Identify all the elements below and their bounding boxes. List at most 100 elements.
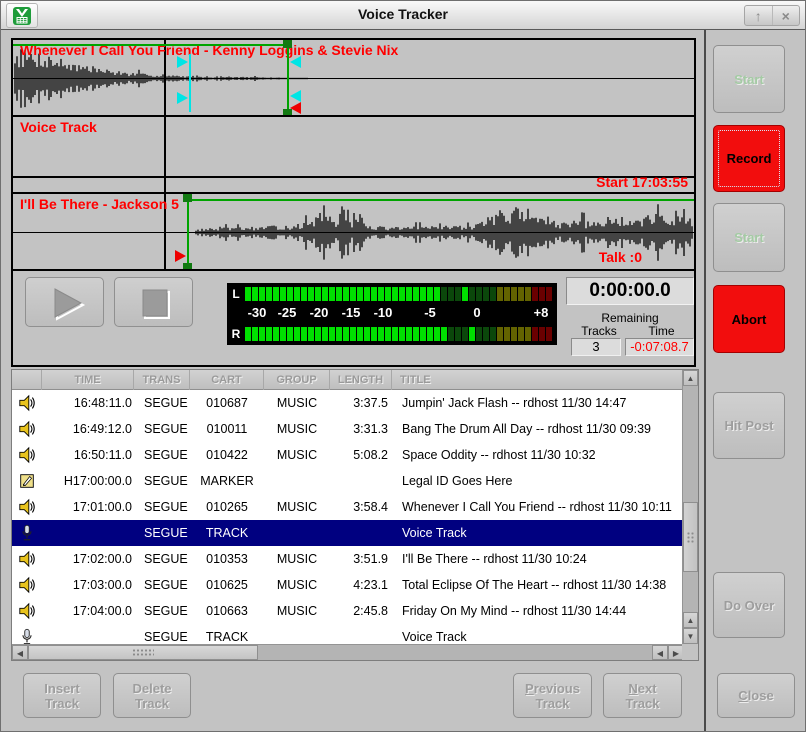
fade-marker-arrow-icon[interactable] [177, 92, 188, 104]
start-marker-line[interactable] [187, 196, 189, 269]
fade-marker-arrow-icon[interactable] [290, 90, 301, 102]
horizontal-scroll-thumb[interactable] [28, 645, 258, 660]
next-track-button[interactable]: Next Track [603, 673, 682, 718]
log-row[interactable]: H17:00:00.0 SEGUE MARKER Legal ID Goes H… [12, 468, 684, 494]
vu-segment [301, 287, 307, 301]
log-row[interactable]: 16:50:11.0 SEGUE 010422 MUSIC 5:08.2 Spa… [12, 442, 684, 468]
row-time: 17:02:00.0 [42, 546, 134, 572]
vu-scale-tick: -15 [336, 305, 366, 320]
vu-segment [301, 327, 307, 341]
row-title: Total Eclipse Of The Heart -- rdhost 11/… [392, 572, 684, 598]
vu-segment [273, 287, 279, 301]
do-over-button[interactable]: Do Over [713, 572, 785, 638]
horizontal-scrollbar[interactable]: ◀ ◀ ▶ [12, 644, 684, 660]
insert-track-button[interactable]: Insert Track [23, 673, 101, 718]
log-row[interactable]: 16:48:11.0 SEGUE 010687 MUSIC 3:37.5 Jum… [12, 390, 684, 416]
row-length: 3:37.5 [330, 390, 392, 416]
hit-post-button[interactable]: Hit Post [713, 392, 785, 459]
scroll-up-icon[interactable]: ▲ [683, 612, 698, 628]
row-trans: SEGUE [134, 494, 190, 520]
start-next-button[interactable]: Start [713, 203, 785, 272]
marker-handle-icon[interactable] [183, 263, 192, 271]
speaker-icon [12, 416, 42, 442]
tracks-remaining-label: Tracks [569, 324, 629, 338]
vertical-scrollbar[interactable]: ▲ ▲ ▼ [682, 370, 698, 644]
log-row[interactable]: 17:02:00.0 SEGUE 010353 MUSIC 3:51.9 I'l… [12, 546, 684, 572]
row-title: Jumpin' Jack Flash -- rdhost 11/30 14:47 [392, 390, 684, 416]
play-button[interactable] [25, 277, 104, 327]
close-window-button[interactable]: × [772, 6, 800, 25]
vu-segment [504, 287, 510, 301]
speaker-icon [12, 494, 42, 520]
vu-segment [448, 287, 454, 301]
row-group: MUSIC [264, 546, 330, 572]
end-marker-arrow-icon[interactable] [290, 102, 301, 114]
abort-button[interactable]: Abort [713, 285, 785, 353]
vu-segment [378, 287, 384, 301]
log-row[interactable]: 17:03:00.0 SEGUE 010625 MUSIC 4:23.1 Tot… [12, 572, 684, 598]
track-title: I'll Be There - Jackson 5 [20, 196, 179, 212]
start-time-label: Start 17:03:55 [596, 174, 688, 190]
speaker-icon [12, 598, 42, 624]
scroll-left-icon[interactable]: ◀ [652, 645, 668, 660]
vu-segment [546, 287, 552, 301]
vu-segment [259, 327, 265, 341]
stop-button[interactable] [114, 277, 193, 327]
vu-segment [252, 287, 258, 301]
scroll-down-icon[interactable]: ▼ [683, 628, 698, 644]
row-group: MUSIC [264, 416, 330, 442]
vu-segment [350, 287, 356, 301]
scroll-left-icon[interactable]: ◀ [12, 645, 28, 660]
vu-segment [518, 327, 524, 341]
panel-divider [704, 30, 706, 731]
vu-segment [539, 327, 545, 341]
vu-scale-tick: -10 [368, 305, 398, 320]
vu-segment [532, 327, 538, 341]
vu-segment [399, 287, 405, 301]
vu-segment [294, 287, 300, 301]
vu-segment [413, 327, 419, 341]
row-time: 17:01:00.0 [42, 494, 134, 520]
close-button[interactable]: Close [717, 673, 795, 718]
row-group: MUSIC [264, 442, 330, 468]
record-button[interactable]: Record [713, 125, 785, 192]
log-row[interactable]: 17:04:00.0 SEGUE 010663 MUSIC 2:45.8 Fri… [12, 598, 684, 624]
scrollbar-corner [682, 644, 698, 660]
start-marker-arrow-icon[interactable] [175, 250, 186, 262]
window-title: Voice Tracker [1, 6, 805, 22]
vu-segment [483, 287, 489, 301]
segue-end-marker-line[interactable] [287, 42, 289, 116]
start-previous-button[interactable]: Start [713, 45, 785, 113]
vu-segment [378, 327, 384, 341]
scroll-up-icon[interactable]: ▲ [683, 370, 698, 386]
vu-segment [385, 327, 391, 341]
previous-track-button[interactable]: Previous Track [513, 673, 592, 718]
marker-handle-icon[interactable] [283, 40, 292, 48]
vu-segment [462, 287, 468, 301]
log-row[interactable]: SEGUE TRACK Voice Track [12, 520, 684, 546]
row-cart: 010011 [190, 416, 264, 442]
marker-handle-icon[interactable] [183, 194, 192, 202]
row-group: MUSIC [264, 494, 330, 520]
vu-segment [322, 327, 328, 341]
vu-segment [252, 327, 258, 341]
vu-segment [511, 327, 517, 341]
row-trans: SEGUE [134, 468, 190, 494]
col-title: TITLE [392, 370, 684, 390]
row-group: MUSIC [264, 572, 330, 598]
vertical-scroll-thumb[interactable] [683, 502, 698, 572]
mic-icon [12, 520, 42, 546]
fade-marker-arrow-icon[interactable] [177, 56, 188, 68]
log-row[interactable]: 16:49:12.0 SEGUE 010011 MUSIC 3:31.3 Ban… [12, 416, 684, 442]
titlebar[interactable]: Voice Tracker ↑ × [1, 1, 805, 30]
vu-left-segments [245, 287, 553, 301]
delete-track-button[interactable]: Delete Track [113, 673, 191, 718]
shade-button[interactable]: ↑ [745, 6, 772, 25]
fade-marker-line[interactable] [189, 54, 191, 112]
vu-segment [329, 327, 335, 341]
log-row[interactable]: 17:01:00.0 SEGUE 010265 MUSIC 3:58.4 Whe… [12, 494, 684, 520]
time-remaining-label: Time [629, 324, 694, 338]
vu-segment [266, 327, 272, 341]
fade-marker-arrow-icon[interactable] [290, 56, 301, 68]
row-title: Whenever I Call You Friend -- rdhost 11/… [392, 494, 684, 520]
